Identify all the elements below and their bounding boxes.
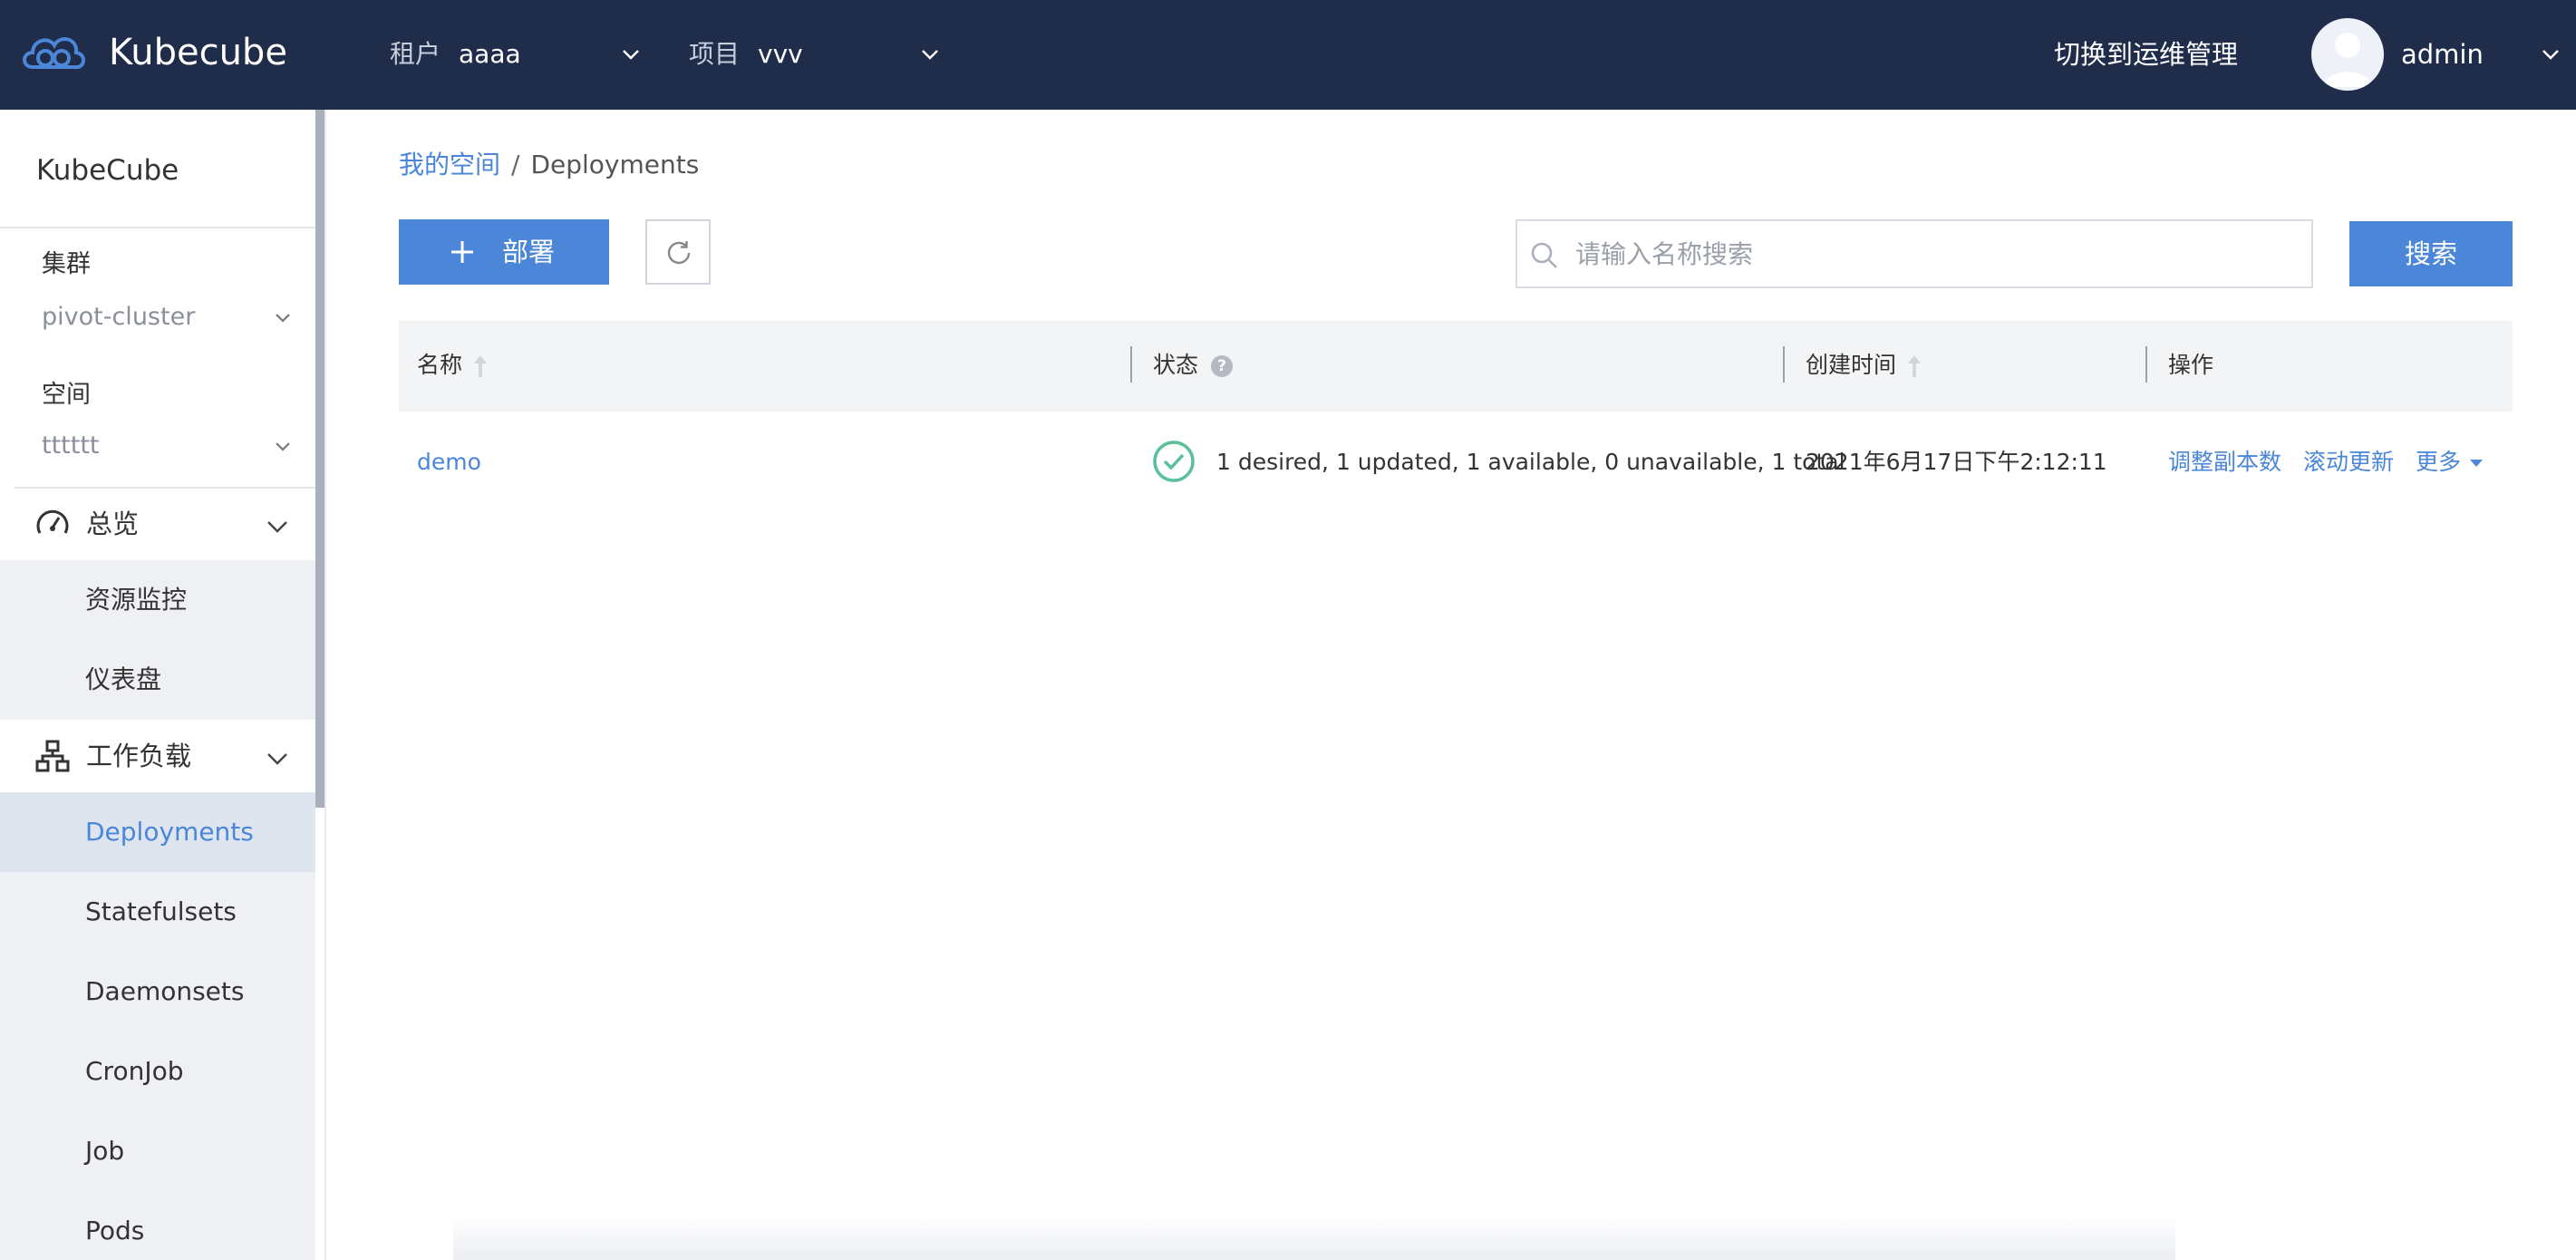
cluster-select[interactable]: pivot-cluster <box>42 299 195 335</box>
tenant-value: aaaa <box>459 39 521 69</box>
column-header-label: 状态 <box>1153 352 1199 378</box>
created-time: 2021年6月17日下午2:12:11 <box>1806 449 2107 475</box>
scale-replicas-link[interactable]: 调整副本数 <box>2168 449 2281 475</box>
cluster-label: 集群 <box>42 250 91 278</box>
brand-name[interactable]: Kubecube <box>109 27 287 78</box>
search-button[interactable]: 搜索 <box>2349 221 2513 286</box>
switch-to-ops-link[interactable]: 切换到运维管理 <box>2054 33 2238 76</box>
sidebar-item-resource-monitor[interactable]: 资源监控 <box>0 560 315 640</box>
status-text: 1 desired, 1 updated, 1 available, 0 una… <box>1216 449 1845 475</box>
rolling-update-link[interactable]: 滚动更新 <box>2303 449 2394 475</box>
help-question-icon[interactable]: ? <box>1211 355 1234 377</box>
dashboard-gauge-icon <box>36 509 69 534</box>
sort-arrow-icon[interactable] <box>471 353 489 380</box>
avatar[interactable] <box>2311 18 2384 91</box>
breadcrumb: 我的空间 / Deployments <box>399 145 699 185</box>
sidebar-scrollbar[interactable] <box>315 110 324 808</box>
breadcrumb-root-link[interactable]: 我的空间 <box>399 150 500 179</box>
chevron-down-icon <box>922 50 938 60</box>
space-select[interactable]: tttttt <box>42 428 100 464</box>
chevron-down-icon <box>623 50 639 60</box>
sidebar-item-deployments[interactable]: Deployments <box>0 792 315 872</box>
sidebar-item-label: Statefulsets <box>85 897 237 926</box>
search-input[interactable] <box>1574 230 2299 277</box>
column-header-created[interactable]: 创建时间 <box>1806 344 1923 386</box>
table-header: 名称 状态? 创建时间 操作 <box>399 321 2513 412</box>
chevron-down-icon[interactable] <box>274 437 292 455</box>
column-header-label: 创建时间 <box>1806 352 1897 378</box>
column-header-label: 名称 <box>417 352 463 378</box>
deployment-name-link[interactable]: demo <box>417 412 481 513</box>
deploy-button[interactable]: 部署 <box>399 219 609 285</box>
sidebar-item-label: CronJob <box>85 1056 184 1086</box>
sidebar-item-label: Daemonsets <box>85 976 245 1006</box>
tenant-select[interactable]: 租户 aaaa <box>390 33 644 76</box>
top-navbar: Kubecube 租户 aaaa 项目 vvv 切换到运维管理 admin <box>0 0 2576 110</box>
sidebar-item-label: Job <box>85 1136 125 1166</box>
tenant-label: 租户 <box>390 39 441 69</box>
sidebar-group-label: 工作负载 <box>86 741 192 771</box>
sidebar-item-dashboard[interactable]: 仪表盘 <box>0 640 315 720</box>
row-actions: 调整副本数 滚动更新 更多 <box>2168 412 2484 513</box>
table-row: demo 1 desired, 1 updated, 1 available, … <box>399 412 2513 513</box>
sidebar-item-pods[interactable]: Pods <box>0 1191 315 1260</box>
refresh-icon <box>667 241 691 265</box>
column-header-actions: 操作 <box>2168 344 2213 386</box>
deploy-button-label: 部署 <box>502 237 556 267</box>
sort-arrow-icon[interactable] <box>1905 353 1923 380</box>
caret-down-icon[interactable] <box>2470 460 2484 467</box>
user-name[interactable]: admin <box>2401 33 2484 76</box>
bottom-shadow <box>453 1215 2175 1260</box>
sidebar-group-label: 总览 <box>86 509 140 539</box>
project-label: 项目 <box>689 39 741 69</box>
chevron-down-icon <box>267 521 287 533</box>
success-check-icon <box>1153 441 1195 482</box>
sidebar-group-workload[interactable]: 工作负载 <box>0 720 315 792</box>
sidebar-item-daemonsets[interactable]: Daemonsets <box>0 952 315 1032</box>
sidebar-item-label: Pods <box>85 1216 145 1245</box>
sidebar-border <box>324 110 326 1260</box>
workload-tree-icon <box>35 740 70 772</box>
column-divider <box>2145 346 2147 383</box>
refresh-button[interactable] <box>645 219 711 285</box>
sidebar-title: KubeCube <box>36 154 179 187</box>
column-header-label: 操作 <box>2168 352 2214 378</box>
sidebar-item-cronjob[interactable]: CronJob <box>0 1032 315 1111</box>
column-header-status: 状态? <box>1153 344 1234 386</box>
space-label: 空间 <box>42 381 91 409</box>
chevron-down-icon[interactable] <box>2540 44 2561 65</box>
breadcrumb-current: Deployments <box>530 150 700 179</box>
column-header-name[interactable]: 名称 <box>417 344 489 386</box>
sidebar-item-label: 资源监控 <box>85 585 188 615</box>
plus-icon <box>451 241 473 263</box>
divider <box>0 227 315 228</box>
sidebar-group-overview[interactable]: 总览 <box>0 488 315 560</box>
sidebar-item-statefulsets[interactable]: Statefulsets <box>0 872 315 952</box>
chevron-down-icon <box>267 753 287 765</box>
sidebar-item-label: 仪表盘 <box>85 664 162 694</box>
user-avatar-icon <box>2324 33 2371 87</box>
chevron-down-icon[interactable] <box>274 308 292 326</box>
more-actions-dropdown[interactable]: 更多 <box>2416 449 2461 475</box>
project-value: vvv <box>758 39 803 69</box>
sidebar-item-label: Deployments <box>85 817 254 847</box>
column-divider <box>1130 346 1132 383</box>
kubecube-logo-icon[interactable] <box>18 27 91 78</box>
project-select[interactable]: 项目 vvv <box>689 33 943 76</box>
breadcrumb-separator: / <box>511 150 520 179</box>
column-divider <box>1783 346 1785 383</box>
sidebar-item-job[interactable]: Job <box>0 1111 315 1191</box>
search-field[interactable] <box>1516 219 2313 288</box>
search-icon <box>1531 242 1557 268</box>
